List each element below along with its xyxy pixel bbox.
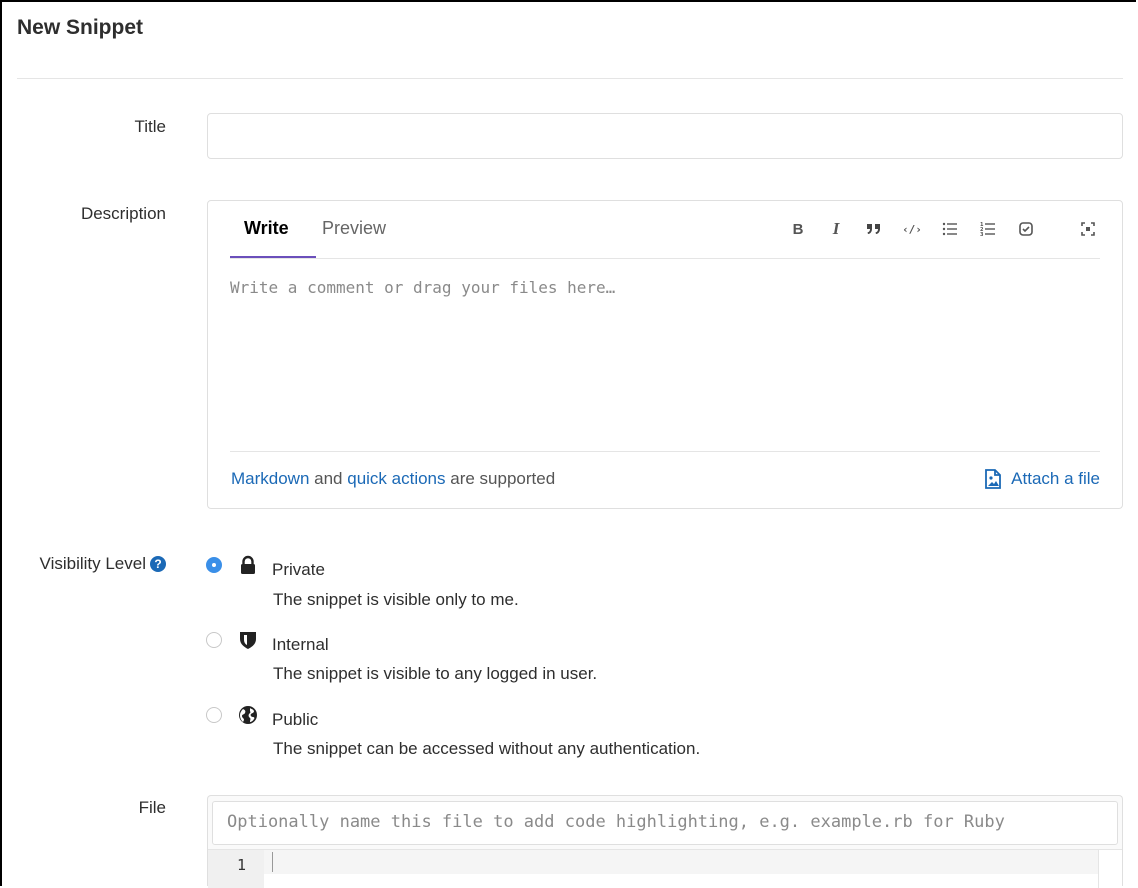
- bullet-list-button[interactable]: [939, 218, 961, 240]
- markdown-hint-supported: are supported: [445, 469, 556, 488]
- italic-icon: I: [832, 219, 840, 238]
- image-file-icon: [985, 469, 1002, 489]
- tab-divider: [230, 258, 1100, 259]
- visibility-private-description: The snippet is visible only to me.: [273, 590, 519, 609]
- title-input[interactable]: [207, 113, 1123, 159]
- line-gutter: 1: [208, 850, 264, 888]
- tab-preview[interactable]: Preview: [322, 218, 386, 239]
- active-line: [264, 850, 1098, 874]
- fullscreen-icon: [1081, 222, 1095, 236]
- visibility-label-text: Visibility Level: [39, 554, 146, 573]
- shield-icon: [240, 632, 256, 649]
- task-list-button[interactable]: [1015, 218, 1037, 240]
- file-editor: Optionally name this file to add code hi…: [207, 795, 1123, 888]
- visibility-internal-label: Internal: [272, 635, 329, 654]
- description-label: Description: [80, 204, 166, 223]
- code-editor[interactable]: 1: [208, 849, 1122, 888]
- tab-write[interactable]: Write: [244, 218, 289, 239]
- line-number: 1: [236, 856, 246, 874]
- page-title: New Snippet: [17, 16, 144, 39]
- quick-actions-link[interactable]: quick actions: [347, 469, 445, 488]
- markdown-link[interactable]: Markdown: [231, 469, 309, 488]
- visibility-radio-internal[interactable]: [206, 632, 222, 648]
- bold-button[interactable]: B: [787, 218, 809, 240]
- title-label: Title: [134, 117, 167, 136]
- fullscreen-button[interactable]: [1077, 218, 1099, 240]
- attach-file-button[interactable]: Attach a file: [983, 469, 1100, 489]
- globe-icon: [239, 706, 257, 724]
- svg-text:3: 3: [980, 232, 984, 237]
- lock-icon: [241, 555, 255, 574]
- bullet-list-icon: [942, 222, 957, 236]
- code-icon: ‹/›: [902, 222, 922, 236]
- markdown-hint-and: and: [309, 469, 348, 488]
- footer-divider: [230, 451, 1100, 452]
- visibility-internal-description: The snippet is visible to any logged in …: [273, 664, 598, 683]
- italic-button[interactable]: I: [825, 218, 847, 240]
- quote-icon: [867, 224, 880, 234]
- help-icon[interactable]: ?: [150, 556, 166, 572]
- file-label: File: [138, 798, 166, 817]
- bold-icon: B: [792, 220, 804, 238]
- visibility-private-label: Private: [272, 560, 325, 579]
- file-name-input[interactable]: Optionally name this file to add code hi…: [212, 801, 1118, 845]
- task-list-icon: [1019, 222, 1033, 236]
- numbered-list-icon: 1 2 3: [980, 222, 995, 237]
- visibility-label: Visibility Level?: [0, 554, 166, 574]
- editor-margin-line: [1098, 850, 1099, 888]
- attach-file-label: Attach a file: [1011, 469, 1100, 488]
- numbered-list-button[interactable]: 1 2 3: [977, 218, 999, 240]
- visibility-public-label: Public: [272, 710, 319, 729]
- text-cursor: [272, 852, 273, 872]
- title-divider: [17, 78, 1123, 79]
- description-textarea[interactable]: Write a comment or drag your files here…: [230, 278, 615, 297]
- visibility-radio-private[interactable]: [206, 557, 222, 573]
- markdown-hint: Markdown and quick actions are supported: [231, 469, 555, 489]
- quote-button[interactable]: [863, 218, 885, 240]
- visibility-public-description: The snippet can be accessed without any …: [273, 739, 701, 758]
- code-button[interactable]: ‹/›: [901, 218, 923, 240]
- visibility-radio-public[interactable]: [206, 707, 222, 723]
- description-editor: Write Preview B I ‹/› 1 2 3 Write a comm…: [207, 200, 1123, 509]
